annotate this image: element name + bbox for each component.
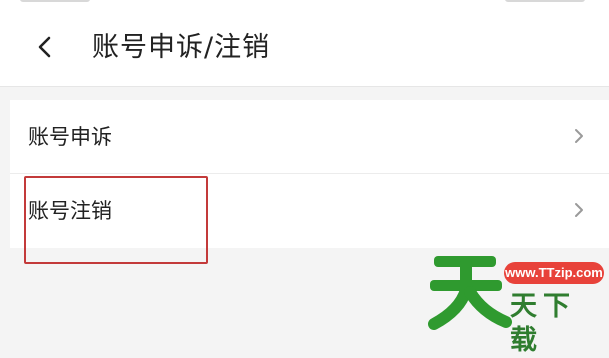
chevron-right-icon [573, 201, 585, 219]
status-bar [0, 0, 609, 10]
nav-header: 账号申诉/注销 [0, 10, 609, 87]
watermark-logo-icon [426, 246, 512, 330]
section-gap [0, 87, 609, 99]
list-item-label: 账号申诉 [28, 125, 112, 149]
status-bar-left [20, 0, 90, 2]
watermark-name: 天下载 [510, 291, 576, 356]
back-arrow-icon[interactable] [28, 30, 62, 64]
status-bar-right [505, 0, 585, 2]
watermark-url: www.TTzip.com [504, 262, 604, 284]
highlight-annotation-box [24, 176, 208, 264]
list-item-account-appeal[interactable]: 账号申诉 [10, 100, 609, 174]
watermark: www.TTzip.com 天下载 [426, 246, 606, 356]
chevron-right-icon [573, 127, 585, 145]
page-title: 账号申诉/注销 [92, 32, 271, 63]
